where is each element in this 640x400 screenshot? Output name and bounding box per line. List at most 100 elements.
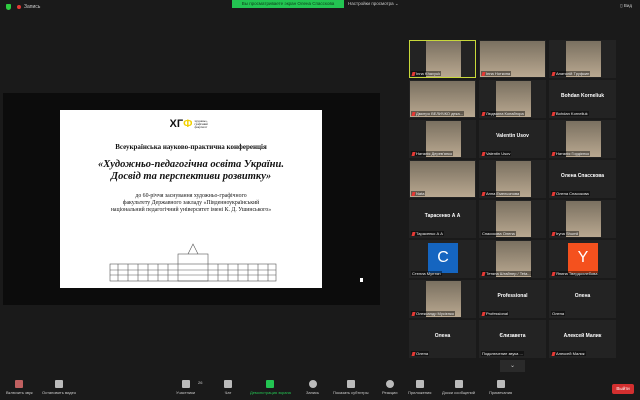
- participant-name: Наталія Дерев'янко: [416, 151, 453, 156]
- participant-name: Анна Емельянова: [486, 191, 520, 196]
- participant-name-label: Professional: [481, 311, 510, 316]
- participant-name-label: Алексей Малик: [551, 351, 586, 356]
- participant-display-name: Bohdan Korneliuk: [560, 93, 605, 99]
- next-page-chevron-icon[interactable]: ⌄: [500, 360, 525, 372]
- participant-tile[interactable]: Олена Спасскова Олена Спасскова: [549, 160, 616, 198]
- record-button-label: Запись: [306, 390, 320, 395]
- participant-name: Спасскова Олена: [482, 231, 515, 236]
- leave-button[interactable]: Выйти: [612, 384, 634, 394]
- participant-name: Олександр Мусієнко: [416, 311, 455, 316]
- muted-mic-icon: [411, 231, 416, 236]
- participant-tile[interactable]: Спасскова Олена: [479, 200, 546, 238]
- muted-mic-icon: [551, 71, 556, 76]
- participant-name-label: Дмитро ВЕЛИЧКО дека...: [411, 111, 465, 116]
- participant-name-label: Інна Ноткина: [481, 71, 512, 76]
- captions-button[interactable]: Показать субтитры: [333, 380, 368, 395]
- participant-name-label: Valentin Usov: [481, 151, 512, 156]
- subtitle-line: національний педагогічний університет ім…: [110, 207, 272, 213]
- participant-tile[interactable]: Y Янина Твердохлебова: [549, 240, 616, 278]
- participant-name-label: Олександр Мусієнко: [411, 311, 456, 316]
- stop-video-label: Остановить видео: [42, 390, 77, 395]
- subtitle-line: факультету Державного закладу «Південноу…: [122, 200, 260, 206]
- security-shield-icon[interactable]: [6, 4, 11, 10]
- participant-tile[interactable]: Олександр Мусієнко: [409, 280, 476, 318]
- participant-tile[interactable]: Дмитро ВЕЛИЧКО дека...: [409, 80, 476, 118]
- participant-name-label: Олена: [551, 311, 566, 316]
- participant-name: Алексей Малик: [556, 351, 585, 356]
- participant-display-name: Олена: [574, 293, 591, 299]
- participant-tile[interactable]: Наталія Дерев'янко: [409, 120, 476, 158]
- participant-tile[interactable]: Олена Олена: [409, 320, 476, 358]
- participant-name-label: Наталія Гордієнко: [551, 151, 591, 156]
- participant-tile[interactable]: Inna Khavyuk: [409, 40, 476, 78]
- participant-display-name: Valentin Usov: [496, 133, 529, 139]
- recording-indicator[interactable]: Запись: [17, 4, 40, 10]
- participant-name: Інна Ноткина: [486, 71, 511, 76]
- participant-tile[interactable]: Наталія Гордієнко: [549, 120, 616, 158]
- subtitle-line: до 60-річчя заснування художньо-графічно…: [135, 193, 247, 199]
- participant-name-label: Людмила Копайгора: [481, 111, 525, 116]
- share-screen-button[interactable]: Демонстрация экрана: [250, 380, 291, 395]
- record-icon: [308, 380, 317, 388]
- participant-name-label: Наталія Дерев'янко: [411, 151, 454, 156]
- participant-name-label: Анна Емельянова: [481, 191, 521, 196]
- apps-label: Приложения: [408, 390, 432, 395]
- participant-name-label: Олена: [411, 351, 430, 356]
- whiteboard-button[interactable]: Доски сообщений: [442, 380, 475, 395]
- participant-name-label: Bohdan Korneliuk: [551, 111, 589, 116]
- muted-mic-icon: [551, 231, 556, 236]
- unmute-button[interactable]: Включить звук: [6, 380, 33, 395]
- participant-tile[interactable]: Nata: [409, 160, 476, 198]
- participant-tile[interactable]: Тарасенко А А Тарасенко А А: [409, 200, 476, 238]
- participant-tile[interactable]: Алексей Малик Алексей Малик: [549, 320, 616, 358]
- muted-mic-icon: [15, 380, 24, 388]
- participants-button[interactable]: 26 Участники: [176, 380, 202, 395]
- participant-tile[interactable]: Professional Professional: [479, 280, 546, 318]
- stop-video-button[interactable]: Остановить видео: [42, 380, 76, 395]
- video-camera-icon: [55, 380, 64, 388]
- participants-label: Участники: [176, 390, 196, 395]
- slide-title: «Художньо-педагогічна освіта України. Дос…: [60, 159, 322, 183]
- participant-tile[interactable]: Bohdan Korneliuk Bohdan Korneliuk: [549, 80, 616, 118]
- participant-tile[interactable]: C Стелла Мунтян: [409, 240, 476, 278]
- share-screen-icon: [266, 380, 275, 388]
- record-button[interactable]: Запись: [306, 380, 319, 395]
- reactions-button[interactable]: Реакции: [382, 380, 397, 395]
- share-label: Демонстрация экрана: [250, 390, 291, 395]
- participant-name: Nata: [416, 191, 425, 196]
- participant-name-label: Тетяна Штайнер / Teta...: [481, 271, 532, 276]
- participant-display-name: Олена: [434, 333, 451, 339]
- participant-tile[interactable]: Анатолій Труфкин: [549, 40, 616, 78]
- participant-name: Valentin Usov: [486, 151, 511, 156]
- participant-tile[interactable]: Iryna Shumil: [549, 200, 616, 238]
- muted-mic-icon: [411, 351, 416, 356]
- notes-button[interactable]: Примечания: [489, 380, 512, 395]
- participant-name-label: Олена Спасскова: [551, 191, 590, 196]
- participant-display-name: Алексей Малик: [563, 333, 602, 339]
- participant-tile[interactable]: Людмила Копайгора: [479, 80, 546, 118]
- view-button[interactable]: ▯ Вид: [620, 3, 632, 9]
- participant-tile[interactable]: Єлизавета Подключение звука ...: [479, 320, 546, 358]
- muted-mic-icon: [481, 191, 486, 196]
- top-bar: Запись Вы просматриваете экран Олена Спа…: [0, 0, 640, 14]
- participant-avatar: Y: [568, 243, 598, 273]
- participant-name: Дмитро ВЕЛИЧКО дека...: [416, 111, 464, 116]
- participant-tile[interactable]: Тетяна Штайнер / Teta...: [479, 240, 546, 278]
- muted-mic-icon: [481, 111, 486, 116]
- muted-mic-icon: [551, 151, 556, 156]
- logo-text: художньо-графічний факультет: [194, 118, 208, 129]
- participants-count: 26: [198, 380, 203, 385]
- participant-name-label: Янина Твердохлебова: [551, 271, 599, 276]
- participant-name: Олена: [416, 351, 429, 356]
- captions-label: Показать субтитры: [333, 390, 369, 395]
- participant-avatar: C: [428, 243, 458, 273]
- participant-tile[interactable]: Олена Олена: [549, 280, 616, 318]
- muted-mic-icon: [481, 311, 486, 316]
- participant-tile[interactable]: Анна Емельянова: [479, 160, 546, 198]
- apps-button[interactable]: Приложения: [408, 380, 431, 395]
- view-options-button[interactable]: Настройки просмотра ⌄: [348, 1, 399, 7]
- participant-tile[interactable]: Valentin Usov Valentin Usov: [479, 120, 546, 158]
- participant-name: Iryna Shumil: [556, 231, 579, 236]
- chat-button[interactable]: Чат: [224, 380, 232, 395]
- participant-tile[interactable]: Інна Ноткина: [479, 40, 546, 78]
